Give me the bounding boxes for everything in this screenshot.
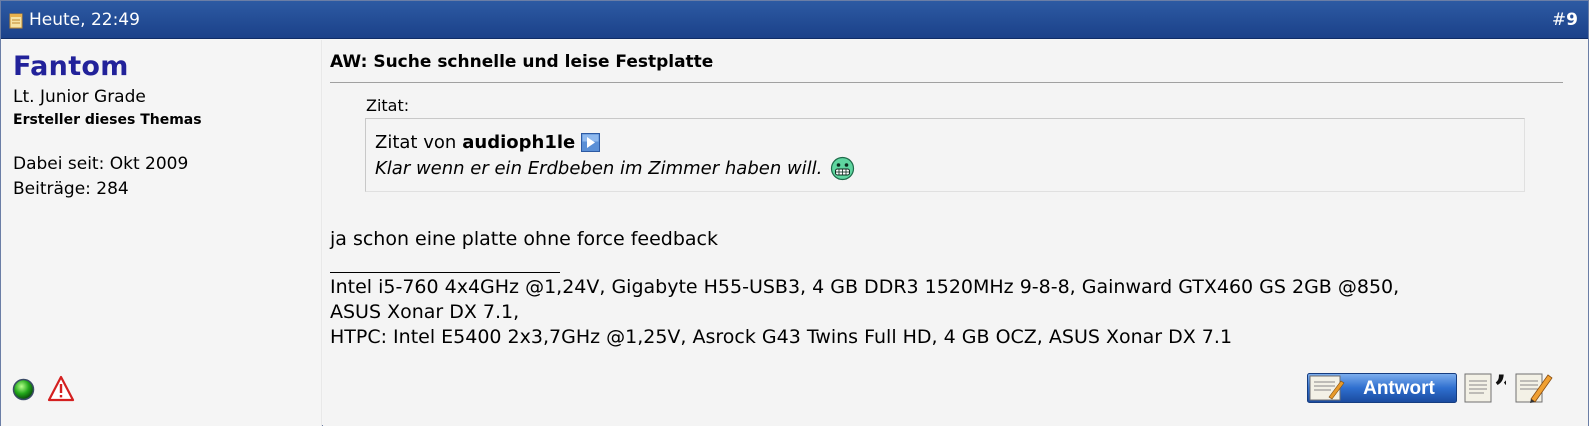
post-number: 9 bbox=[1566, 10, 1578, 30]
post-date: Heute, 22:49 bbox=[29, 10, 140, 30]
title-divider bbox=[330, 82, 1563, 83]
threadstarter-label: Ersteller dieses Themas bbox=[13, 112, 202, 128]
view-post-icon[interactable] bbox=[581, 133, 601, 152]
user-info-panel: Fantom Lt. Junior Grade Ersteller dieses… bbox=[1, 40, 322, 426]
quote-label: Zitat: bbox=[366, 96, 410, 115]
post-number-link[interactable]: #9 bbox=[1552, 10, 1578, 30]
quote-box: Zitat von audioph1le Klar wenn er ein Er… bbox=[365, 118, 1525, 192]
post-header: Heute, 22:49 #9 bbox=[1, 1, 1588, 39]
user-post-count: Beiträge: 284 bbox=[13, 179, 129, 199]
username-link[interactable]: Fantom bbox=[13, 51, 129, 82]
post-message: ja schon eine platte ohne force feedback bbox=[330, 228, 719, 250]
quote-by-prefix: Zitat von bbox=[375, 132, 457, 153]
post-body: AW: Suche schnelle und leise Festplatte … bbox=[323, 40, 1588, 426]
reply-button[interactable]: Antwort bbox=[1307, 373, 1457, 403]
signature-divider bbox=[330, 272, 560, 273]
post-date-wrap: Heute, 22:49 bbox=[9, 10, 140, 30]
quote-text-wrap: Klar wenn er ein Erdbeben im Zimmer habe… bbox=[375, 156, 855, 181]
edit-post-icon[interactable] bbox=[1515, 371, 1555, 404]
user-rank: Lt. Junior Grade bbox=[13, 87, 146, 107]
post-old-icon bbox=[9, 13, 23, 28]
signature-line: ASUS Xonar DX 7.1, bbox=[330, 301, 520, 323]
signature-line: HTPC: Intel E5400 2x3,7GHz @1,25V, Asroc… bbox=[330, 326, 1233, 348]
signature: Intel i5-760 4x4GHz @1,24V, Gigabyte H55… bbox=[330, 275, 1530, 350]
quote-author: audioph1le bbox=[462, 132, 576, 153]
right-edge bbox=[1566, 40, 1588, 426]
reply-button-label: Antwort bbox=[1363, 378, 1435, 399]
post-number-hash: # bbox=[1551, 10, 1567, 30]
quote-text: Klar wenn er ein Erdbeben im Zimmer habe… bbox=[375, 158, 823, 179]
quote-reply-icon[interactable]: ” bbox=[1464, 371, 1506, 404]
user-join-date: Dabei seit: Okt 2009 bbox=[13, 154, 189, 174]
report-warning-icon[interactable] bbox=[47, 375, 75, 402]
forum-post: Heute, 22:49 #9 Fantom Lt. Junior Grade … bbox=[0, 0, 1589, 426]
quote-attribution: Zitat von audioph1le bbox=[375, 132, 601, 153]
grin-smiley-icon bbox=[831, 156, 855, 181]
svg-text:”: ” bbox=[1494, 371, 1506, 404]
signature-line: Intel i5-760 4x4GHz @1,24V, Gigabyte H55… bbox=[330, 276, 1400, 298]
post-title: AW: Suche schnelle und leise Festplatte bbox=[330, 52, 714, 72]
online-status-icon bbox=[12, 378, 35, 401]
